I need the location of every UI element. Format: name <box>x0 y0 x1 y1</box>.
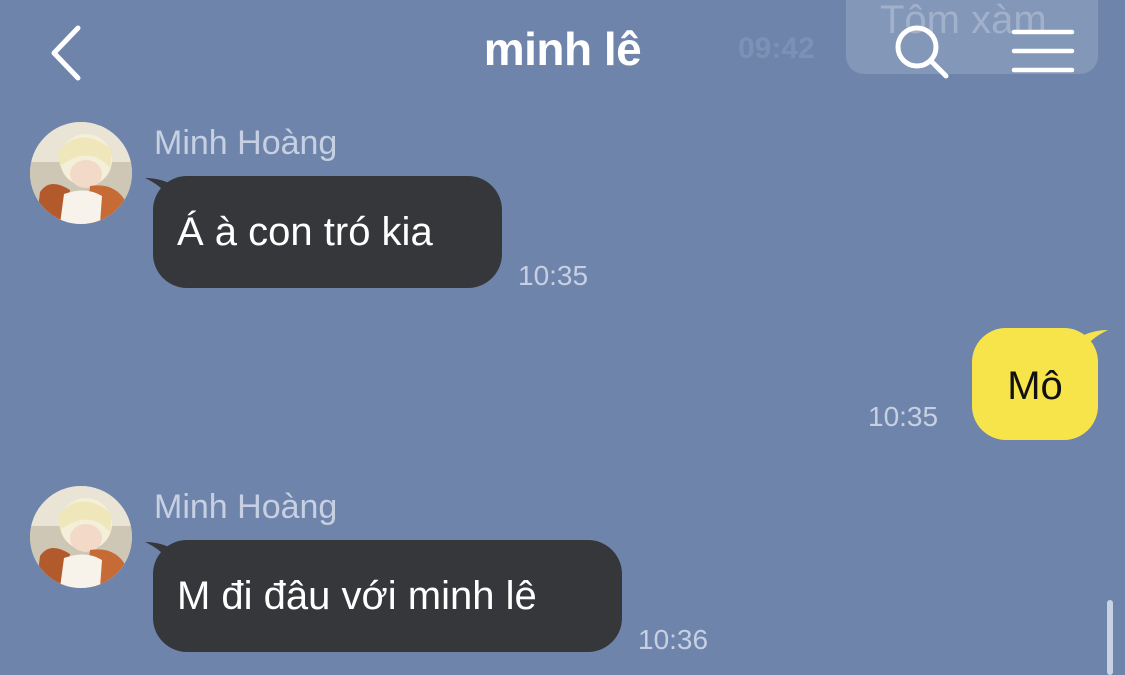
message-time: 10:36 <box>638 624 709 655</box>
chat-header: Tôm xàm 09:42 minh lê <box>0 0 1125 110</box>
message-bubble[interactable]: Mô <box>972 328 1098 440</box>
sender-name: Minh Hoàng <box>154 124 338 162</box>
sender-avatar[interactable] <box>30 122 132 224</box>
scrollbar[interactable] <box>1107 600 1113 675</box>
message-time: 10:35 <box>868 401 939 432</box>
menu-icon <box>1011 29 1075 73</box>
message-bubble[interactable]: Á à con tró kia <box>153 176 502 288</box>
avatar-photo-icon <box>30 122 132 224</box>
chat-title: minh lê <box>483 23 642 75</box>
avatar-photo-icon <box>30 486 132 588</box>
sender-name: Minh Hoàng <box>154 488 338 526</box>
search-icon <box>895 25 949 79</box>
message-bubble[interactable]: M đi đâu với minh lê <box>153 540 622 652</box>
sender-avatar[interactable] <box>30 486 132 588</box>
search-button[interactable] <box>890 20 956 86</box>
menu-button[interactable] <box>1008 22 1078 82</box>
message-time: 10:35 <box>518 260 589 291</box>
